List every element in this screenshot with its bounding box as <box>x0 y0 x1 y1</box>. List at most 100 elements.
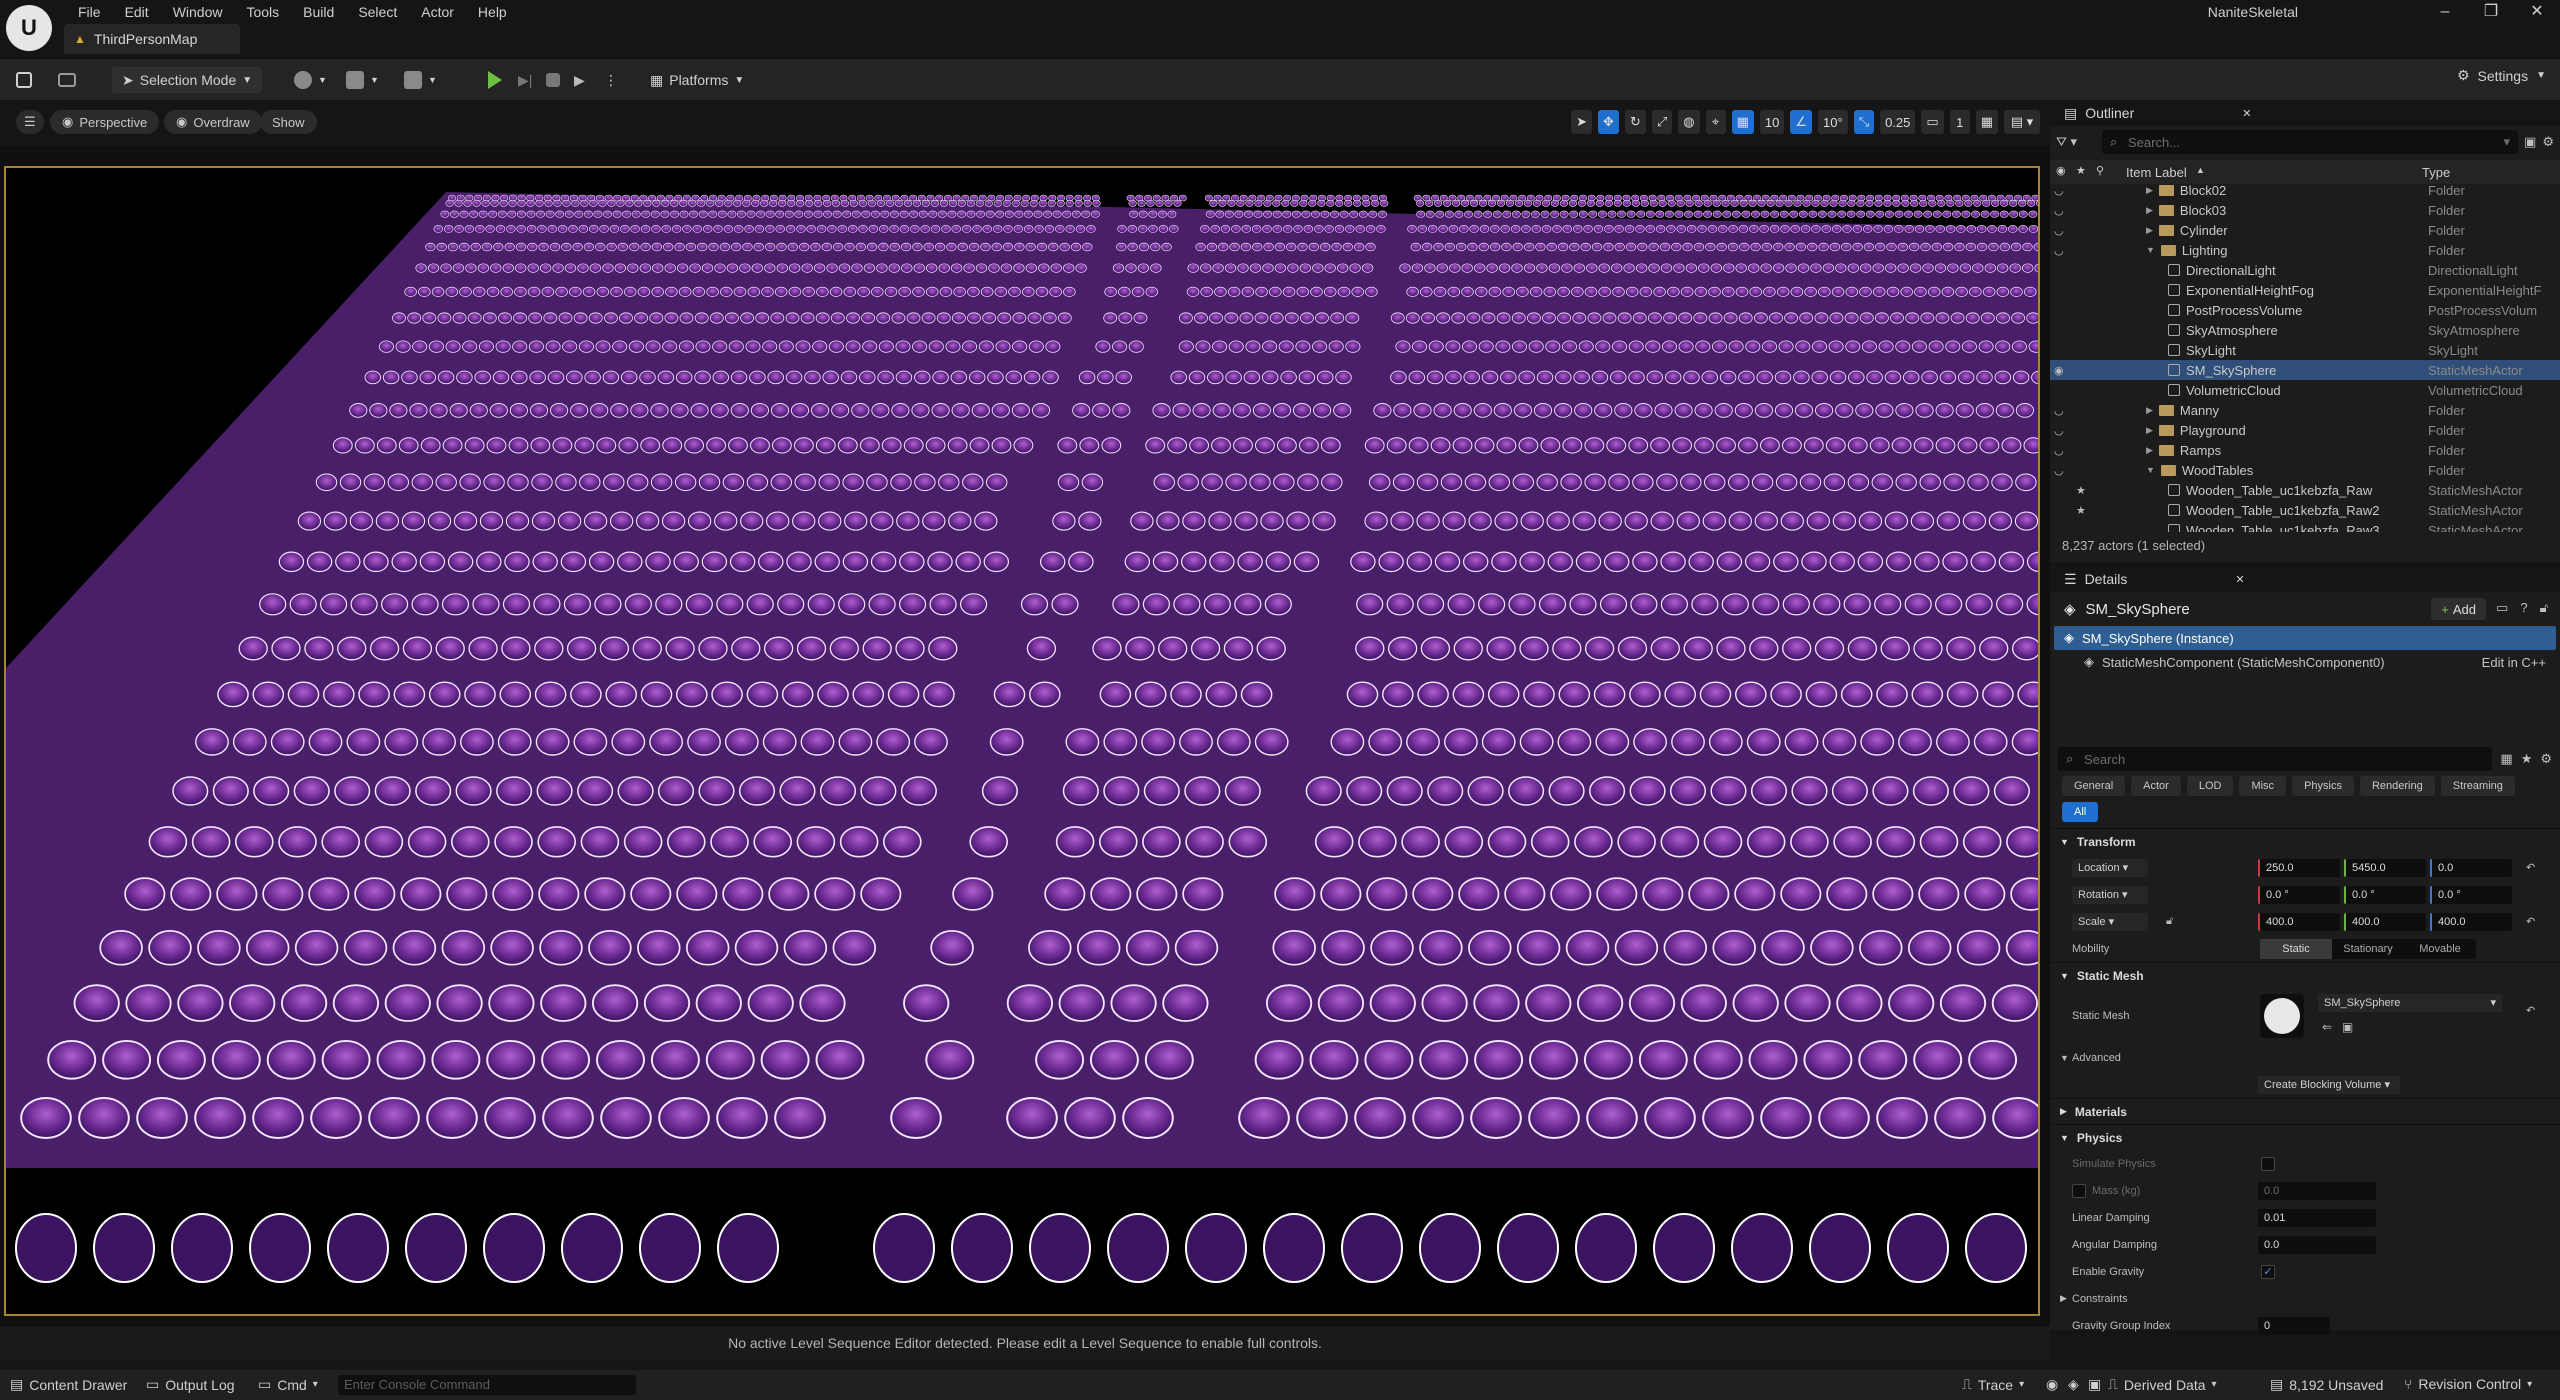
outliner-row[interactable]: SkyLight SkyLight <box>2050 340 2560 360</box>
rotation-snap-icon[interactable]: ∠ <box>1790 110 1813 134</box>
grid-view-icon[interactable]: ▦ <box>2500 751 2512 767</box>
scale-snap-icon[interactable]: ⤡ <box>1853 110 1875 134</box>
chevron-right-icon[interactable]: ▶ <box>2146 405 2153 416</box>
favorites-icon[interactable]: ★ <box>2521 751 2533 767</box>
outliner-row[interactable]: PostProcessVolume PostProcessVolum <box>2050 300 2560 320</box>
visibility-toggle-icon[interactable]: ◡ <box>2054 404 2064 417</box>
browse-icon[interactable] <box>58 67 76 93</box>
add-actor-icon[interactable]: ▼ <box>294 67 327 93</box>
filter-icon[interactable]: ⛛ ▾ <box>2056 134 2096 150</box>
menu-window[interactable]: Window <box>161 2 235 22</box>
eject-icon[interactable]: ▶ <box>574 67 585 93</box>
pin-icon[interactable]: ★ <box>2076 504 2086 517</box>
outliner-row[interactable]: ExponentialHeightFog ExponentialHeightF <box>2050 280 2560 300</box>
visibility-toggle-icon[interactable]: ◡ <box>2054 424 2064 437</box>
transform-section[interactable]: ▼ Transform <box>2050 828 2560 854</box>
rotate-tool-icon[interactable]: ↻ <box>1624 110 1646 134</box>
visibility-toggle-icon[interactable]: ◡ <box>2054 244 2064 257</box>
grid-snap-value[interactable]: 10 <box>1759 110 1785 134</box>
details-actor-name[interactable]: SM_SkySphere <box>2086 601 2190 618</box>
browse-asset-icon[interactable]: ▣ <box>2342 1020 2353 1034</box>
snapshot-icon[interactable]: ◈ <box>2068 1376 2079 1393</box>
camera-speed-value[interactable]: 1 <box>1949 110 1970 134</box>
outliner-row[interactable]: ◡ ▼ Lighting Folder <box>2050 240 2560 260</box>
mobility-movable[interactable]: Movable <box>2404 939 2476 959</box>
view-mode-button[interactable]: ◉ Overdraw <box>164 110 262 134</box>
surface-snap-icon[interactable]: ⌖ <box>1705 110 1726 134</box>
cmd-dropdown[interactable]: ▭ Cmd ▾ <box>258 1376 318 1393</box>
mass-input[interactable]: 0.0 <box>2258 1181 2376 1200</box>
content-drawer-button[interactable]: ▤ Content Drawer <box>10 1376 127 1393</box>
chevron-right-icon[interactable]: ▶ <box>2146 205 2153 216</box>
materials-section[interactable]: ▶ Materials <box>2050 1098 2560 1124</box>
stop-icon[interactable] <box>546 67 560 93</box>
perspective-button[interactable]: ◉ Perspective <box>50 110 160 134</box>
rotation-x-input[interactable]: 0.0 ° <box>2258 885 2340 904</box>
type-column[interactable]: Type <box>2422 165 2450 180</box>
menu-edit[interactable]: Edit <box>113 2 161 22</box>
mobility-stationary[interactable]: Stationary <box>2332 939 2404 959</box>
lock-icon[interactable]: 🔓︎ <box>2540 600 2548 616</box>
static-mesh-picker[interactable]: SM_SkySphere ▾ <box>2318 994 2502 1012</box>
menu-select[interactable]: Select <box>346 2 409 22</box>
menu-build[interactable]: Build <box>291 2 346 22</box>
cinematics-icon[interactable]: ▼ <box>404 67 437 93</box>
chevron-down-icon[interactable]: ▼ <box>2146 465 2155 475</box>
scale-snap-value[interactable]: 0.25 <box>1880 110 1916 134</box>
menu-file[interactable]: File <box>66 2 113 22</box>
outliner-row[interactable]: ◡ ▼ WoodTables Folder <box>2050 460 2560 480</box>
static-mesh-component-row[interactable]: ◈ StaticMeshComponent (StaticMeshCompone… <box>2050 650 2560 674</box>
scale-y-input[interactable]: 400.0 <box>2344 912 2426 931</box>
step-icon[interactable]: ▶| <box>518 67 532 93</box>
component-instance-row[interactable]: ◈ SM_SkySphere (Instance) <box>2054 626 2556 650</box>
console-input[interactable]: Enter Console Command <box>338 1375 636 1395</box>
play-options-icon[interactable]: ⋮ <box>604 67 618 93</box>
visibility-toggle-icon[interactable]: ◡ <box>2054 204 2064 217</box>
outliner-row[interactable]: DirectionalLight DirectionalLight <box>2050 260 2560 280</box>
outliner-row[interactable]: ◡ ▶ Block02 Folder <box>2050 180 2560 200</box>
add-folder-icon[interactable]: ▣ <box>2524 134 2536 150</box>
chevron-right-icon[interactable]: ▶ <box>2146 225 2153 236</box>
blueprint-icon[interactable]: ▼ <box>346 67 379 93</box>
viewport-scene[interactable] <box>4 166 2040 1316</box>
location-z-input[interactable]: 0.0 <box>2430 858 2512 877</box>
mobility-static[interactable]: Static <box>2260 938 2332 959</box>
visibility-toggle-icon[interactable]: ◡ <box>2054 464 2064 477</box>
outliner-tab[interactable]: ▤ Outliner ✕ <box>2050 100 2560 126</box>
outliner-row[interactable]: ◡ ▶ Ramps Folder <box>2050 440 2560 460</box>
level-viewport[interactable]: ☰ ◉ Perspective ◉ Overdraw Show ➤ ✥ ↻ ⤢ … <box>0 100 2050 1360</box>
chevron-right-icon[interactable]: ▶ <box>2146 425 2153 436</box>
outliner-row[interactable]: SkyAtmosphere SkyAtmosphere <box>2050 320 2560 340</box>
unreal-logo-icon[interactable]: U <box>6 5 52 51</box>
visibility-toggle-icon[interactable]: ◡ <box>2054 444 2064 457</box>
chevron-right-icon[interactable]: ▶ <box>2146 445 2153 456</box>
scale-dropdown[interactable]: Scale ▾ <box>2072 912 2148 931</box>
location-dropdown[interactable]: Location ▾ <box>2072 858 2148 877</box>
linear-damping-input[interactable]: 0.01 <box>2258 1208 2376 1227</box>
visibility-toggle-icon[interactable]: ◉ <box>2054 364 2064 377</box>
rotation-z-input[interactable]: 0.0 ° <box>2430 885 2512 904</box>
pin-icon[interactable]: ★ <box>2076 484 2086 497</box>
outliner-search-input[interactable]: ⌕ Search... ▾ <box>2102 130 2519 154</box>
reset-icon[interactable]: ↶ <box>2526 1004 2535 1017</box>
details-search-input[interactable]: ⌕ Search <box>2058 747 2493 771</box>
show-button[interactable]: Show <box>260 110 317 134</box>
lock-scale-icon[interactable]: 🔓︎ <box>2166 915 2173 928</box>
advanced-row[interactable]: ▼ Advanced <box>2050 1044 2560 1071</box>
category-streaming[interactable]: Streaming <box>2440 776 2515 796</box>
unsaved-button[interactable]: ▤ 8,192 Unsaved <box>2270 1376 2383 1393</box>
layout-icon[interactable]: ▤ ▾ <box>2004 110 2040 134</box>
trace-dropdown[interactable]: ⎍ Trace ▾ <box>1962 1376 2024 1393</box>
world-space-icon[interactable]: ◍ <box>1678 110 1700 134</box>
simulate-physics-checkbox[interactable] <box>2261 1156 2275 1171</box>
scale-x-input[interactable]: 400.0 <box>2258 912 2340 931</box>
scale-tool-icon[interactable]: ⤢ <box>1651 110 1673 134</box>
visibility-column-icon[interactable]: ◉ <box>2056 164 2066 177</box>
create-blocking-volume-button[interactable]: Create Blocking Volume ▾ <box>2258 1075 2400 1094</box>
camera-speed-icon[interactable]: ▭ <box>1921 110 1944 134</box>
chevron-down-icon[interactable]: ▼ <box>2146 245 2155 255</box>
grid-snap-icon[interactable]: ▦ <box>1731 110 1754 134</box>
category-rendering[interactable]: Rendering <box>2359 776 2435 796</box>
outliner-row[interactable]: ◡ ▶ Manny Folder <box>2050 400 2560 420</box>
outliner-row[interactable]: ◡ ▶ Block03 Folder <box>2050 200 2560 220</box>
